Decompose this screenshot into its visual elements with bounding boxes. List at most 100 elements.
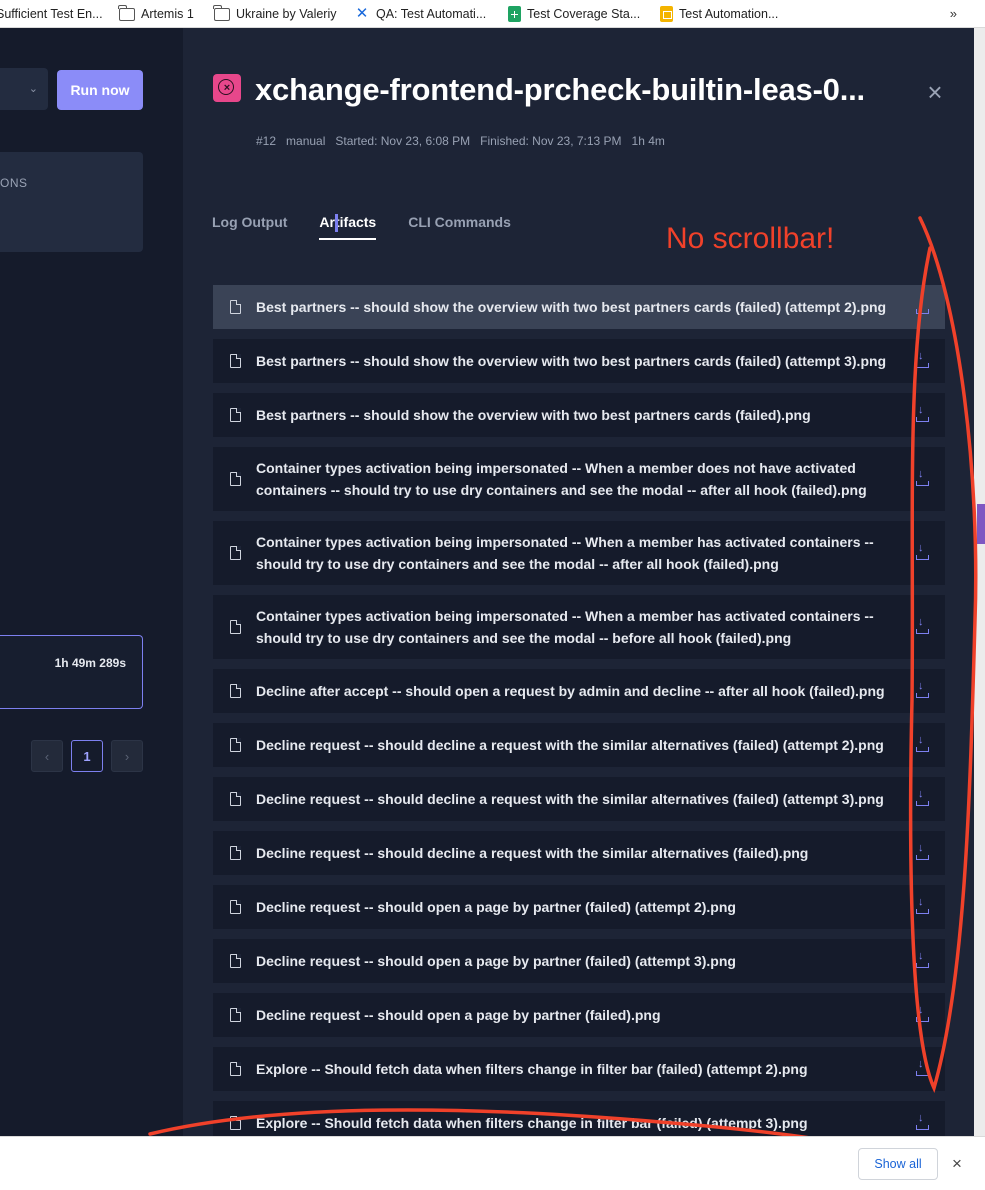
branch-select[interactable]: ⌄ — [0, 68, 48, 110]
file-icon — [230, 791, 242, 806]
artifact-row[interactable]: Decline after accept -- should open a re… — [213, 669, 945, 713]
download-icon[interactable] — [916, 468, 929, 486]
bookmark-label: Test Automation... — [679, 7, 779, 21]
close-drawer-button[interactable]: × — [921, 78, 949, 106]
download-icon[interactable] — [916, 1112, 929, 1130]
tab-artifacts-label: Artifacts — [319, 214, 377, 230]
file-icon — [230, 471, 242, 486]
download-icon[interactable] — [916, 896, 929, 914]
bookmarks-bar: Sufficient Test En... Artemis 1 Ukraine … — [0, 0, 985, 28]
artifact-row[interactable]: Decline request -- should open a page by… — [213, 939, 945, 983]
artifact-row[interactable]: Decline request -- should decline a requ… — [213, 723, 945, 767]
tab-log-output[interactable]: Log Output — [212, 214, 287, 240]
artifact-row[interactable]: Best partners -- should show the overvie… — [213, 285, 945, 329]
bookmark-item[interactable]: Test Coverage Sta... — [508, 0, 641, 27]
show-all-downloads-button[interactable]: Show all — [858, 1148, 938, 1180]
download-icon[interactable] — [916, 734, 929, 752]
artifact-row[interactable]: Best partners -- should show the overvie… — [213, 339, 945, 383]
background-window-edge — [974, 28, 985, 1136]
artifact-name: Best partners -- should show the overvie… — [256, 407, 811, 423]
file-icon — [230, 407, 242, 422]
download-icon[interactable] — [916, 680, 929, 698]
run-duration: 1h 4m — [631, 134, 665, 148]
artifact-row[interactable]: Decline request -- should open a page by… — [213, 993, 945, 1037]
download-icon[interactable] — [916, 616, 929, 634]
artifact-row[interactable]: Decline request -- should decline a requ… — [213, 777, 945, 821]
run-list-item[interactable]: 1h 49m 289s — [0, 635, 143, 709]
folder-icon — [213, 4, 230, 21]
artifacts-list: Best partners -- should show the overvie… — [213, 285, 945, 1136]
file-icon — [230, 1061, 242, 1076]
artifact-row[interactable]: Decline request -- should open a page by… — [213, 885, 945, 929]
run-details-drawer: × xchange-frontend-prcheck-builtin-leas-… — [183, 28, 974, 1136]
artifact-row[interactable]: Container types activation being imperso… — [213, 447, 945, 511]
download-icon[interactable] — [916, 842, 929, 860]
file-icon — [230, 899, 242, 914]
run-started: Started: Nov 23, 6:08 PM — [335, 134, 471, 148]
drawer-title: xchange-frontend-prcheck-builtin-leas-0.… — [255, 72, 865, 107]
summary-card-heading: ONS — [0, 176, 28, 190]
file-icon — [230, 737, 242, 752]
drawer-tabs: Log Output Artifacts CLI Commands — [212, 214, 511, 240]
artifact-name: Best partners -- should show the overvie… — [256, 353, 887, 369]
artifact-name: Decline request -- should open a page by… — [256, 899, 736, 915]
file-icon — [230, 683, 242, 698]
download-icon[interactable] — [916, 950, 929, 968]
artifact-row[interactable]: Container types activation being imperso… — [213, 595, 945, 659]
artifact-name: Decline request -- should open a page by… — [256, 953, 736, 969]
file-icon — [230, 545, 242, 560]
file-icon — [230, 1007, 242, 1022]
failed-status-icon: × — [213, 74, 241, 102]
artifact-row[interactable]: Best partners -- should show the overvie… — [213, 393, 945, 437]
sheets-icon — [508, 6, 521, 22]
annotation-text: No scrollbar! — [666, 222, 835, 255]
download-icon[interactable] — [916, 542, 929, 560]
bookmark-label: Artemis 1 — [141, 7, 194, 21]
downloads-bar: Show all × — [0, 1136, 985, 1190]
artifact-row[interactable]: Explore -- Should fetch data when filter… — [213, 1047, 945, 1091]
pagination-prev-button[interactable]: ‹ — [31, 740, 63, 772]
file-icon — [230, 353, 242, 368]
pagination-next-button[interactable]: › — [111, 740, 143, 772]
artifact-name: Decline after accept -- should open a re… — [256, 683, 885, 699]
run-meta: #12 manual Started: Nov 23, 6:08 PM Fini… — [256, 134, 665, 148]
tab-artifacts[interactable]: Artifacts — [319, 214, 376, 240]
bookmarks-more-button[interactable]: » — [950, 6, 957, 21]
download-icon[interactable] — [916, 1058, 929, 1076]
artifact-name: Container types activation being imperso… — [256, 608, 874, 646]
artifact-name: Decline request -- should decline a requ… — [256, 845, 809, 861]
download-icon[interactable] — [916, 788, 929, 806]
bookmark-label: Ukraine by Valeriy — [236, 7, 337, 21]
download-icon[interactable] — [916, 1004, 929, 1022]
file-icon — [230, 1115, 242, 1130]
tab-cli-commands[interactable]: CLI Commands — [408, 214, 511, 240]
artifact-row[interactable]: Explore -- Should fetch data when filter… — [213, 1101, 945, 1136]
close-downloads-bar-button[interactable]: × — [948, 1151, 966, 1177]
artifact-row[interactable]: Decline request -- should decline a requ… — [213, 831, 945, 875]
bookmark-item[interactable]: Sufficient Test En... — [0, 0, 103, 27]
folder-icon — [118, 4, 135, 21]
artifact-name: Decline request -- should open a page by… — [256, 1007, 661, 1023]
run-finished: Finished: Nov 23, 7:13 PM — [480, 134, 622, 148]
bookmark-label: Test Coverage Sta... — [527, 7, 641, 21]
artifact-name: Explore -- Should fetch data when filter… — [256, 1115, 808, 1131]
background-page: ⌄ Run now ONS 1h 49m 289s ‹ 1 › — [0, 28, 183, 1136]
bookmark-item[interactable]: Test Automation... — [660, 0, 779, 27]
bookmark-item[interactable]: ✕ QA: Test Automati... — [354, 0, 487, 27]
bookmark-label: Sufficient Test En... — [0, 7, 103, 21]
failed-status-symbol: × — [223, 81, 231, 94]
background-window-accent — [977, 504, 985, 544]
slides-icon — [660, 6, 673, 22]
run-number: #12 — [256, 134, 277, 148]
artifact-row[interactable]: Container types activation being imperso… — [213, 521, 945, 585]
download-icon[interactable] — [916, 296, 929, 314]
bookmark-item[interactable]: Ukraine by Valeriy — [213, 0, 337, 27]
artifact-name: Container types activation being imperso… — [256, 460, 867, 498]
download-icon[interactable] — [916, 404, 929, 422]
run-now-button[interactable]: Run now — [57, 70, 143, 110]
download-icon[interactable] — [916, 350, 929, 368]
pagination-page-1[interactable]: 1 — [71, 740, 103, 772]
confluence-icon: ✕ — [355, 5, 369, 22]
artifact-name: Best partners -- should show the overvie… — [256, 299, 887, 315]
bookmark-item[interactable]: Artemis 1 — [118, 0, 194, 27]
